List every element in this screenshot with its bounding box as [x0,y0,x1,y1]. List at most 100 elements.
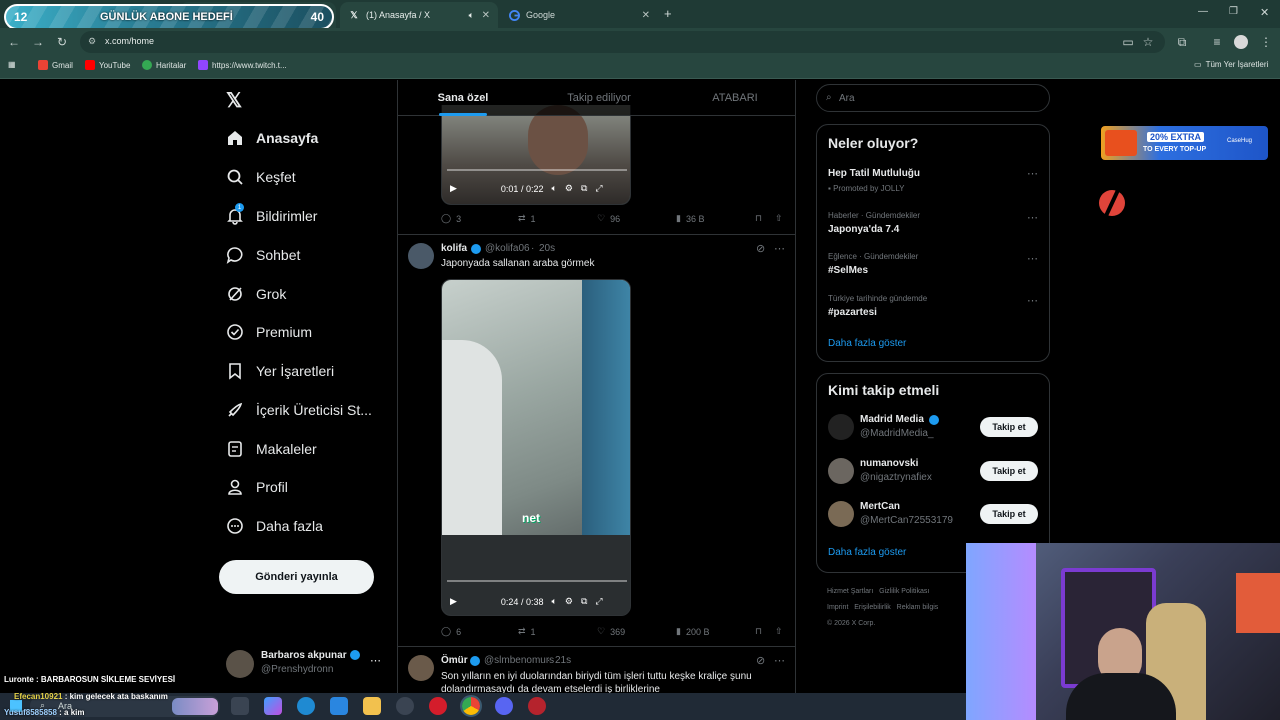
post-menu-icon[interactable]: ⋯ [774,242,786,255]
nav-chat[interactable]: Sohbet [226,240,300,270]
tab-following[interactable]: Takip ediliyor [534,80,664,116]
nav-more[interactable]: Daha fazla [226,511,323,541]
post-video[interactable]: ▶ 0:01 / 0:22 🔈︎ ⚙ ⧉ ⤢ [441,105,631,205]
store-icon[interactable] [330,697,348,715]
edge-icon[interactable] [297,697,315,715]
footer-ads-info[interactable]: Reklam bilgis [897,604,939,611]
trend-menu-icon[interactable]: ⋯ [1027,294,1039,307]
reply-button[interactable]: ◯ 3 [441,213,461,224]
repost-button[interactable]: ⇄ 1 [518,626,536,637]
grok-post-icon[interactable]: ⊘ [756,242,765,255]
nav-home[interactable]: Anasayfa [226,123,318,153]
bookmark-post-icon[interactable]: ⊓ [755,626,762,637]
reply-button[interactable]: ◯ 6 [441,626,461,637]
close-tab-icon[interactable]: ✕ [482,10,490,21]
trend-item[interactable]: Türkiye tarihinde gündemde #pazartesi ⋯ [817,292,1049,326]
search-box[interactable]: ⌕ Ara [816,84,1050,112]
trend-item[interactable]: Eğlence · Gündemdekiler #SelMes ⋯ [817,250,1049,284]
close-tab-icon[interactable]: ✕ [642,10,650,21]
chrome-icon[interactable] [460,695,482,717]
restore-icon[interactable]: ❐ [1229,6,1238,17]
tab-google[interactable]: Google ✕ [500,2,658,28]
fullscreen-icon[interactable]: ⤢ [595,596,602,607]
tab-x-home[interactable]: 𝕏 (1) Anasayfa / X 🔈︎ ✕ [340,2,498,28]
task-view-icon[interactable] [231,697,249,715]
views-button[interactable]: ▮ 200 B [676,626,709,637]
url-bar[interactable]: ⚙ x.com/home [80,31,1165,53]
x-logo-icon[interactable]: 𝕏 [226,88,242,113]
profile-avatar[interactable] [1234,35,1248,49]
trend-menu-icon[interactable]: ⋯ [1027,167,1039,180]
share-icon[interactable]: ⇧ [775,626,783,637]
volume-icon[interactable]: 🔈︎ [551,183,556,194]
explorer-icon[interactable] [363,697,381,715]
nav-creator-studio[interactable]: İçerik Üreticisi St... [226,395,372,425]
discord-icon[interactable] [495,697,513,715]
repost-button[interactable]: ⇄ 1 [518,213,536,224]
nav-notifications[interactable]: 1 Bildirimler [226,201,317,231]
show-more-link[interactable]: Daha fazla göster [828,547,906,558]
account-menu-icon[interactable]: ⋯ [370,654,382,667]
minimize-icon[interactable]: — [1198,6,1208,17]
account-switcher[interactable]: Barbaros akpunar @Prenshydronn ⋯ [226,648,386,684]
share-icon[interactable]: ⇧ [775,213,783,224]
post-menu-icon[interactable]: ⋯ [774,654,786,667]
follow-button[interactable]: Takip et [980,417,1038,437]
obs-icon[interactable] [528,697,546,715]
bookmark-twitch[interactable]: https://www.twitch.t... [198,60,287,70]
trend-menu-icon[interactable]: ⋯ [1027,252,1039,265]
video-progress[interactable] [447,580,627,582]
media-icon[interactable]: ≡ [1209,34,1225,50]
speaker-icon[interactable]: 🔈︎ [469,10,474,21]
post-video[interactable]: net ▶ 0:24 / 0:38 🔈︎ ⚙ ⧉ ⤢ [441,279,631,616]
nav-explore[interactable]: Keşfet [226,162,296,192]
grok-post-icon[interactable]: ⊘ [756,654,765,667]
nav-articles[interactable]: Makaleler [226,434,317,464]
menu-kebab-icon[interactable]: ⋮ [1258,34,1274,50]
picture-in-picture-icon[interactable]: ⧉ [581,596,587,607]
nav-bookmarks[interactable]: Yer İşaretleri [226,356,334,386]
nav-profile[interactable]: Profil [226,472,288,502]
bookmark-youtube[interactable]: YouTube [85,60,130,70]
trend-menu-icon[interactable]: ⋯ [1027,211,1039,224]
nav-premium[interactable]: Premium [226,317,312,347]
back-icon[interactable]: ← [6,34,22,50]
follow-suggestion[interactable]: Madrid Media @MadridMedia_ Takip et [817,410,1049,444]
like-button[interactable]: ♡ 96 [597,213,620,224]
xbox-icon[interactable] [396,697,414,715]
opera-icon[interactable] [429,697,447,715]
close-window-icon[interactable]: ✕ [1260,6,1269,19]
reload-icon[interactable]: ↻ [54,34,70,50]
apps-grid-icon[interactable]: ▦ [8,60,16,69]
follow-suggestion[interactable]: numanovski @nigaztrynafiex Takip et [817,454,1049,488]
extensions-icon[interactable]: ⧉ [1174,34,1190,50]
bookmark-star-icon[interactable]: ☆ [1140,34,1156,50]
site-info-icon[interactable]: ⚙ [88,36,96,47]
play-icon[interactable]: ▶ [450,183,457,194]
footer-terms[interactable]: Hizmet Şartları [827,588,873,595]
tab-for-you[interactable]: Sana özel [398,80,528,116]
post-button[interactable]: Gönderi yayınla [219,560,374,594]
fullscreen-icon[interactable]: ⤢ [595,183,602,194]
post[interactable]: kolifa @kolifa06 · 20s ⊘ ⋯ Japonyada sal… [398,235,795,645]
follow-suggestion[interactable]: MertCan @MertCan72553179 Takip et [817,497,1049,531]
tab-atabari[interactable]: ATABARI [670,80,795,116]
follow-button[interactable]: Takip et [980,461,1038,481]
footer-accessibility[interactable]: Erişilebilirlik [854,604,891,611]
forward-icon[interactable]: → [30,34,46,50]
follow-button[interactable]: Takip et [980,504,1038,524]
bookmark-post-icon[interactable]: ⊓ [755,213,762,224]
all-bookmarks[interactable]: ▭ Tüm Yer İşaretleri [1194,60,1268,69]
cast-icon[interactable]: ▭ [1120,34,1136,50]
picture-in-picture-icon[interactable]: ⧉ [581,183,587,194]
nav-grok[interactable]: Grok [226,279,286,309]
video-progress[interactable] [447,169,627,171]
settings-icon[interactable]: ⚙ [565,183,573,194]
trend-item[interactable]: Hep Tatil Mutluluğu ▪ Promoted by JOLLY … [817,165,1049,199]
play-icon[interactable]: ▶ [450,596,457,607]
show-more-link[interactable]: Daha fazla göster [828,338,906,349]
volume-icon[interactable]: 🔈︎ [551,596,556,607]
footer-privacy[interactable]: Gizlilik Politikası [879,588,929,595]
views-button[interactable]: ▮ 36 B [676,213,704,224]
new-tab-icon[interactable]: + [664,6,672,21]
